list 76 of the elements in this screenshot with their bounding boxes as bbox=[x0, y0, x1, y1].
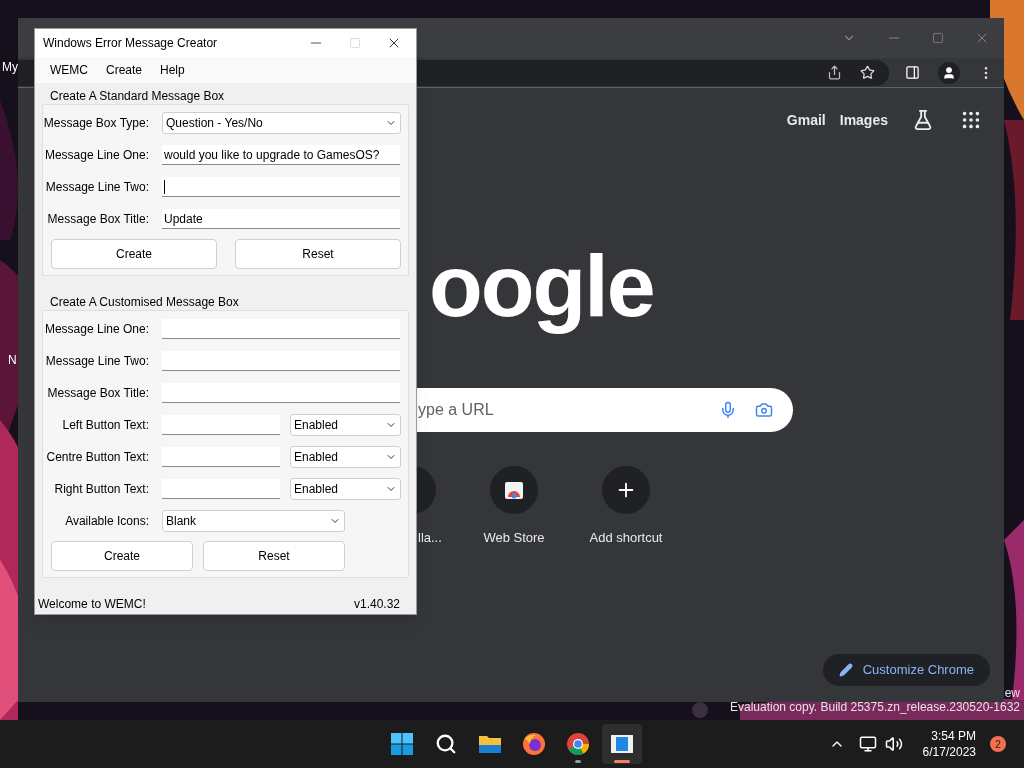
notification-badge[interactable]: 2 bbox=[990, 736, 1006, 752]
side-panel-icon[interactable] bbox=[905, 65, 920, 80]
folder-icon bbox=[478, 733, 502, 755]
dropdown[interactable]: Enabled bbox=[290, 414, 401, 436]
text-field[interactable] bbox=[162, 415, 280, 435]
network-icon[interactable] bbox=[858, 735, 877, 753]
microphone-icon[interactable] bbox=[719, 401, 737, 419]
customize-button[interactable]: Customize Chrome bbox=[822, 654, 990, 686]
text-field[interactable]: Update bbox=[162, 209, 400, 229]
shortcut-label[interactable]: Web Store bbox=[483, 528, 545, 548]
form-button[interactable]: Create bbox=[51, 541, 193, 571]
taskbar-button[interactable] bbox=[602, 724, 642, 764]
shortcut-label[interactable]: lla... bbox=[418, 528, 442, 548]
text-field[interactable] bbox=[162, 383, 400, 403]
dropdown[interactable]: Enabled bbox=[290, 446, 401, 468]
profile-icon[interactable] bbox=[938, 61, 960, 84]
group-title: Create A Standard Message Box bbox=[49, 88, 226, 104]
field-label: Message Line One: bbox=[43, 147, 149, 164]
menu-item[interactable]: WEMC bbox=[43, 61, 95, 79]
field-label: Left Button Text: bbox=[61, 417, 149, 434]
chrome-logo-icon bbox=[566, 732, 590, 756]
text-field[interactable] bbox=[162, 351, 400, 371]
shortcut-tile[interactable] bbox=[602, 466, 650, 514]
camera-icon[interactable] bbox=[755, 401, 773, 419]
flask-icon[interactable] bbox=[912, 109, 934, 131]
menu-item[interactable]: Create bbox=[99, 61, 150, 79]
logo-text: oogle bbox=[429, 236, 654, 335]
shortcut-label[interactable]: Add shortcut bbox=[589, 528, 663, 548]
form-button[interactable]: Create bbox=[51, 239, 217, 269]
field-label: Available Icons: bbox=[64, 513, 149, 530]
header-link[interactable]: Images bbox=[839, 109, 888, 131]
group-title: Create A Customised Message Box bbox=[49, 294, 240, 310]
text-field[interactable] bbox=[162, 319, 400, 339]
windows-logo-icon bbox=[390, 732, 414, 756]
window-title: Windows Error Message Creator bbox=[43, 35, 219, 52]
form-button[interactable]: Reset bbox=[203, 541, 345, 571]
search-placeholder: ype a URL bbox=[418, 400, 495, 420]
field-label: Message Box Type: bbox=[43, 115, 149, 132]
status-message: Welcome to WEMC! bbox=[38, 595, 146, 613]
dropdown[interactable]: Question - Yes/No bbox=[162, 112, 401, 134]
dropdown[interactable]: Enabled bbox=[290, 478, 401, 500]
field-label: Message Box Title: bbox=[46, 211, 149, 228]
text-field[interactable] bbox=[162, 447, 280, 467]
text-field[interactable] bbox=[162, 479, 280, 499]
clock-time[interactable]: 3:54 PM bbox=[931, 728, 976, 744]
apps-grid-icon[interactable] bbox=[960, 109, 982, 131]
search-icon bbox=[435, 733, 457, 755]
running-indicator bbox=[614, 760, 630, 763]
clock-date[interactable]: 6/17/2023 bbox=[922, 744, 976, 760]
volume-icon[interactable] bbox=[884, 735, 903, 753]
shortcut-tile[interactable] bbox=[490, 466, 538, 514]
field-label: Centre Button Text: bbox=[45, 449, 149, 466]
share-icon[interactable] bbox=[827, 65, 842, 80]
field-label: Message Box Title: bbox=[46, 385, 149, 402]
field-label: Message Line One: bbox=[43, 321, 149, 338]
text-field[interactable] bbox=[162, 177, 400, 197]
pencil-icon bbox=[838, 663, 853, 677]
field-label: Message Line Two: bbox=[44, 353, 149, 370]
build-info: ew bbox=[1004, 686, 1020, 700]
desktop-icon-label[interactable]: My bbox=[2, 58, 18, 76]
store-icon bbox=[503, 479, 525, 501]
version-label: v1.40.32 bbox=[353, 595, 400, 613]
text-caret bbox=[164, 179, 165, 194]
menu-item[interactable]: Help bbox=[153, 61, 192, 79]
build-info: Evaluation copy. Build 25375.zn_release.230520-1632 bbox=[730, 700, 1020, 714]
dropdown[interactable]: Blank bbox=[162, 510, 345, 532]
running-indicator bbox=[575, 760, 581, 763]
desktop-icon-label[interactable]: N bbox=[8, 351, 17, 369]
field-label: Message Line Two: bbox=[44, 179, 149, 196]
app-window-icon bbox=[610, 733, 634, 755]
form-button[interactable]: Reset bbox=[235, 239, 401, 269]
fox-globe-icon bbox=[522, 732, 546, 756]
star-icon[interactable] bbox=[860, 65, 875, 80]
field-label: Right Button Text: bbox=[53, 481, 149, 498]
header-link[interactable]: Gmail bbox=[786, 109, 826, 131]
text-field[interactable]: would you like to upgrade to GamesOS? bbox=[162, 145, 400, 165]
